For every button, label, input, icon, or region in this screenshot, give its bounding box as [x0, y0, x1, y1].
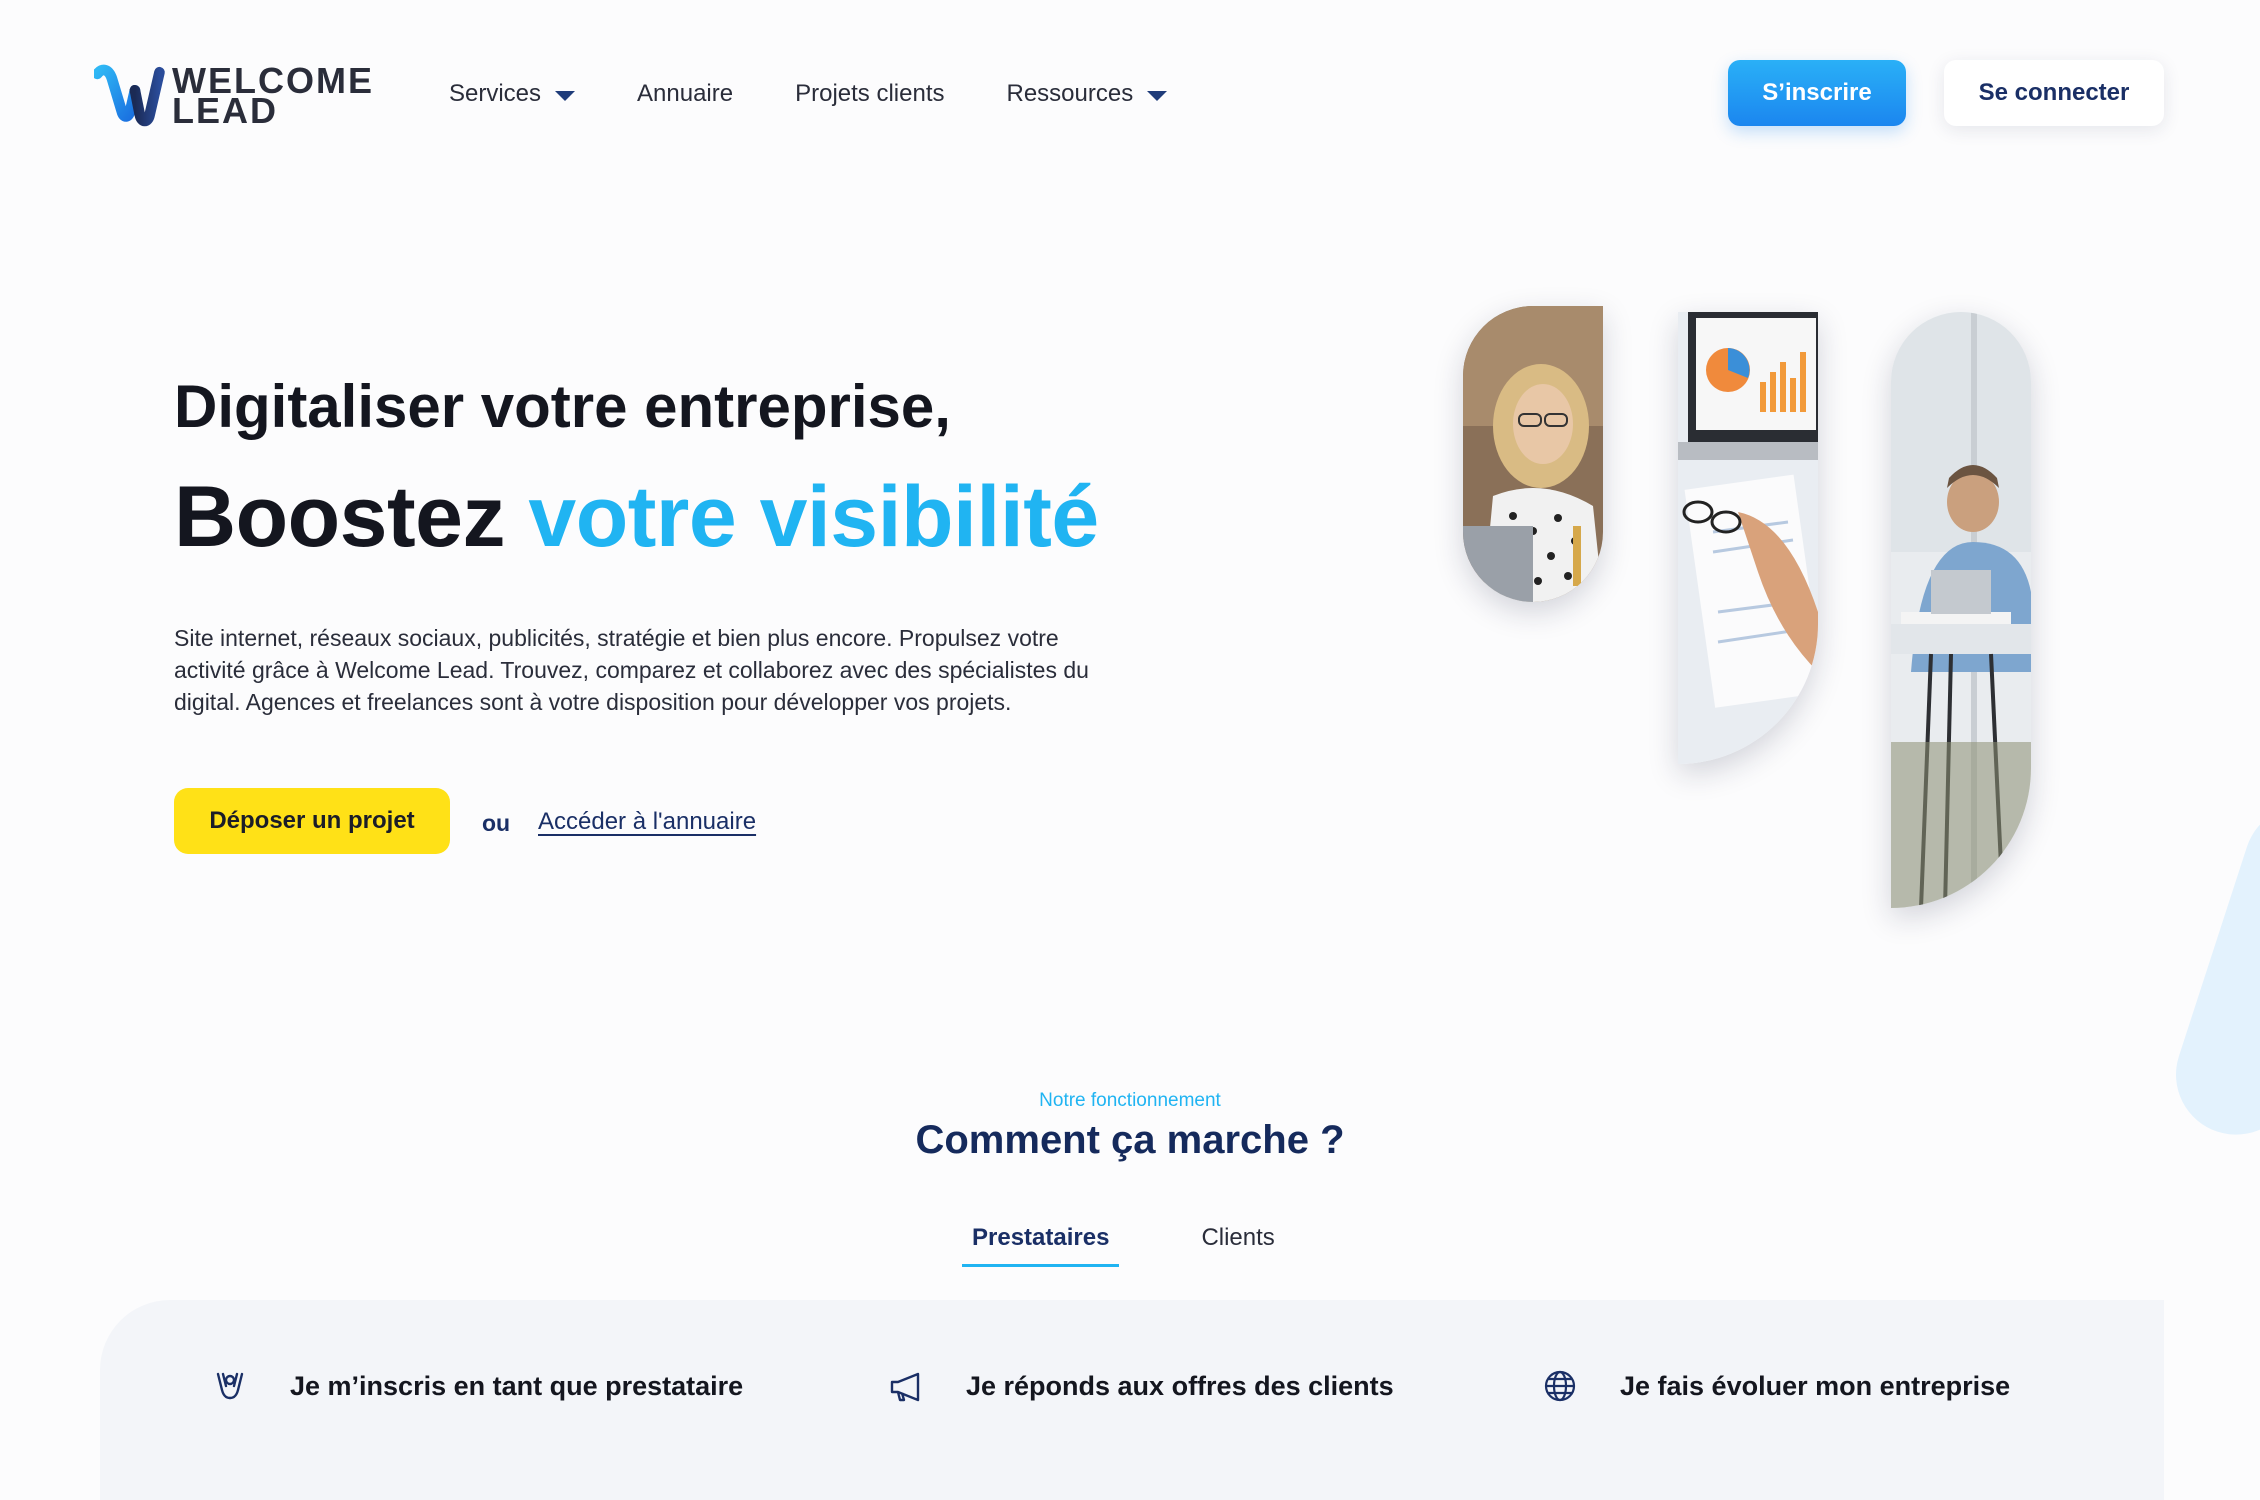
step-item: Je réponds aux offres des clients [886, 1366, 1394, 1406]
nav-item-annuaire[interactable]: Annuaire [637, 80, 733, 108]
welcome-lead-logo[interactable]: WELCOME LEAD [94, 56, 374, 136]
or-separator: ou [482, 810, 511, 836]
hero-photo-woman-laptop [1463, 306, 1603, 602]
nav-item-label: Annuaire [637, 80, 734, 107]
step-item: Je fais évoluer mon entreprise [1540, 1366, 2010, 1406]
hero-heading-line-2: Boostez votre visibilité [174, 468, 1099, 567]
chevron-down-icon [1147, 90, 1168, 101]
step-label: Je réponds aux offres des clients [966, 1370, 1394, 1401]
nav-item-label: Services [449, 80, 542, 107]
audience-tabs: Prestataires Clients [962, 1220, 1285, 1267]
section-title: Comment ça marche ? [915, 1118, 1345, 1162]
step-label: Je m’inscris en tant que prestataire [290, 1370, 744, 1401]
megaphone-icon [886, 1366, 926, 1406]
directory-link[interactable]: Accéder à l'annuaire [538, 808, 756, 836]
signup-button[interactable]: S’inscrire [1728, 60, 1906, 126]
login-button[interactable]: Se connecter [1944, 60, 2164, 126]
top-navigation: WELCOME LEAD Services Annuaire Projets c… [0, 0, 2260, 190]
hero-heading-accent: votre visibilité [528, 469, 1099, 565]
nav-item-label: Ressources [1006, 80, 1134, 107]
hero-photo-man-office [1891, 312, 2031, 908]
submit-project-button[interactable]: Déposer un projet [174, 788, 450, 854]
raised-hands-icon [210, 1366, 250, 1406]
main-menu: Services Annuaire Projets clients Ressou… [449, 74, 1229, 114]
step-item: Je m’inscris en tant que prestataire [210, 1366, 743, 1406]
nav-item-projets-clients[interactable]: Projets clients [795, 80, 944, 108]
nav-item-label: Projets clients [795, 80, 945, 107]
logo-mark-icon [94, 64, 165, 127]
section-eyebrow: Notre fonctionnement [1039, 1090, 1221, 1111]
globe-icon [1540, 1366, 1580, 1406]
chevron-down-icon [555, 90, 576, 101]
hero-photo-desk-charts [1678, 312, 1818, 764]
logo-wordmark: WELCOME LEAD [172, 63, 374, 129]
step-label: Je fais évoluer mon entreprise [1620, 1370, 2011, 1401]
tab-prestataires[interactable]: Prestataires [962, 1220, 1120, 1267]
hero-description: Site internet, réseaux sociaux, publicit… [174, 625, 1089, 715]
nav-item-services[interactable]: Services [449, 80, 576, 108]
tab-clients[interactable]: Clients [1191, 1220, 1284, 1264]
nav-item-ressources[interactable]: Ressources [1007, 80, 1168, 108]
hero-heading-plain: Boostez [174, 469, 505, 565]
hero-heading-line-1: Digitaliser votre entreprise, [174, 373, 951, 440]
